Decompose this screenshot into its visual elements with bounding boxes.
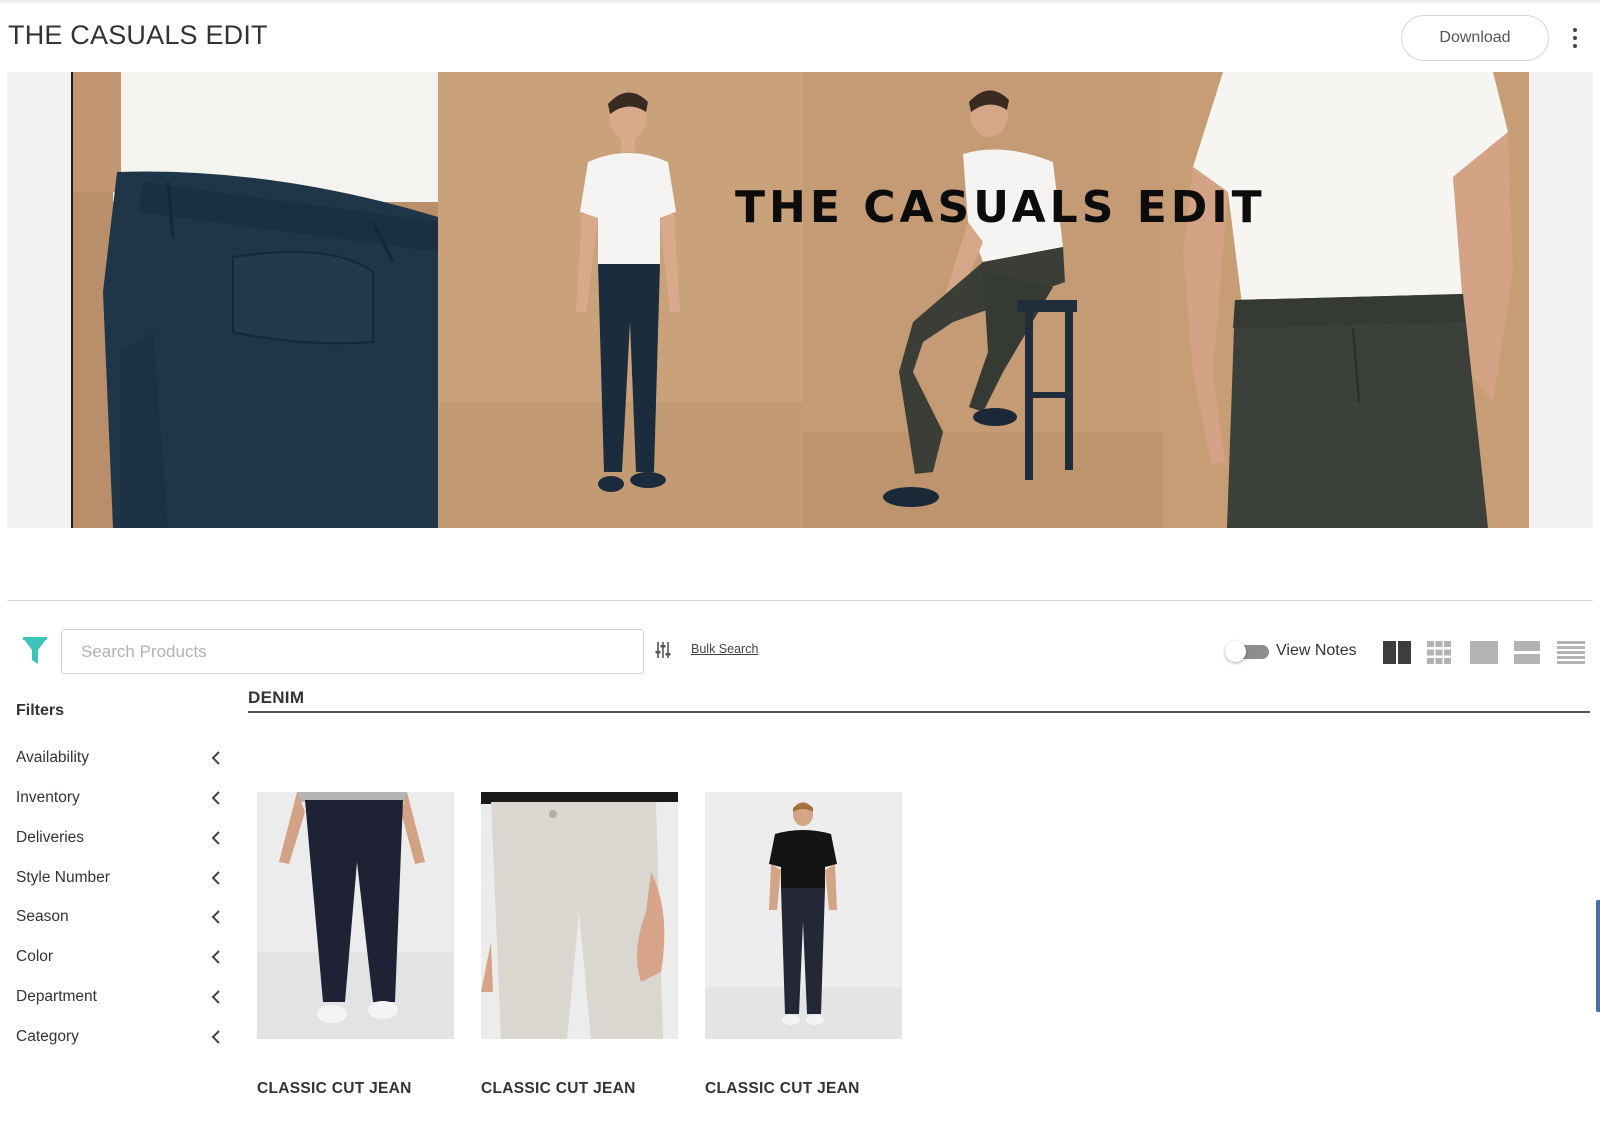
dense-list-icon[interactable]	[1557, 641, 1585, 664]
filter-label: Color	[16, 948, 54, 965]
filter-inventory[interactable]: Inventory	[16, 786, 222, 810]
filter-deliveries[interactable]: Deliveries	[16, 826, 222, 850]
bulk-search-link[interactable]: Bulk Search	[691, 642, 758, 656]
filter-category[interactable]: Category	[16, 1025, 222, 1049]
chevron-left-icon	[211, 751, 220, 765]
hero-panel-seated-model	[803, 72, 1163, 528]
single-image-icon[interactable]	[1470, 641, 1498, 664]
chevron-left-icon	[211, 950, 220, 964]
section-divider	[7, 600, 1593, 601]
product-card[interactable]: CLASSIC CUT JEAN	[481, 792, 678, 1097]
download-button[interactable]: Download	[1401, 15, 1549, 61]
chevron-left-icon	[211, 910, 220, 924]
top-shadow	[0, 0, 1600, 5]
filters-heading: Filters	[16, 702, 65, 719]
filter-label: Style Number	[16, 869, 110, 886]
small-grid-icon[interactable]	[1427, 641, 1455, 664]
hero-title-overlay: THE CASUALS EDIT	[735, 182, 1266, 233]
more-options-icon[interactable]	[1565, 26, 1585, 50]
chevron-left-icon	[211, 990, 220, 1004]
view-notes-toggle[interactable]	[1225, 641, 1269, 662]
filter-department[interactable]: Department	[16, 985, 222, 1009]
scrollbar-thumb[interactable]	[1596, 900, 1600, 1012]
filter-label: Category	[16, 1028, 79, 1045]
hero-panel-torso-closeup	[1163, 72, 1529, 528]
hero-panel-pocket-closeup	[73, 72, 438, 528]
filter-season[interactable]: Season	[16, 905, 222, 929]
filter-color[interactable]: Color	[16, 945, 222, 969]
filter-label: Season	[16, 908, 69, 925]
product-name[interactable]: CLASSIC CUT JEAN	[705, 1080, 860, 1098]
product-image[interactable]	[705, 792, 902, 1039]
hero-banner: THE CASUALS EDIT	[7, 72, 1593, 528]
product-name[interactable]: CLASSIC CUT JEAN	[481, 1080, 636, 1098]
product-card[interactable]: CLASSIC CUT JEAN	[257, 792, 454, 1097]
filter-label: Availability	[16, 749, 89, 766]
page-title: THE CASUALS EDIT	[8, 20, 268, 50]
section-title-denim: DENIM	[248, 688, 305, 707]
hero-panel-standing-model	[438, 72, 803, 528]
chevron-left-icon	[211, 791, 220, 805]
filter-label: Department	[16, 988, 97, 1005]
product-image[interactable]	[481, 792, 678, 1039]
product-image[interactable]	[257, 792, 454, 1039]
product-name[interactable]: CLASSIC CUT JEAN	[257, 1080, 412, 1098]
chevron-left-icon	[211, 1030, 220, 1044]
product-card[interactable]: CLASSIC CUT JEAN	[705, 792, 902, 1097]
search-products-input[interactable]	[61, 629, 644, 674]
hero-image: THE CASUALS EDIT	[71, 72, 1529, 528]
filter-availability[interactable]: Availability	[16, 746, 222, 770]
filter-label: Inventory	[16, 789, 80, 806]
filter-label: Deliveries	[16, 829, 85, 846]
funnel-icon[interactable]	[22, 636, 48, 666]
chevron-left-icon	[211, 871, 220, 885]
filter-style-number[interactable]: Style Number	[16, 866, 222, 890]
section-rule	[248, 711, 1590, 713]
two-column-grid-icon[interactable]	[1383, 641, 1411, 664]
sliders-icon[interactable]	[655, 641, 671, 659]
view-notes-label: View Notes	[1276, 642, 1357, 659]
chevron-left-icon	[211, 831, 220, 845]
two-row-list-icon[interactable]	[1514, 641, 1542, 664]
